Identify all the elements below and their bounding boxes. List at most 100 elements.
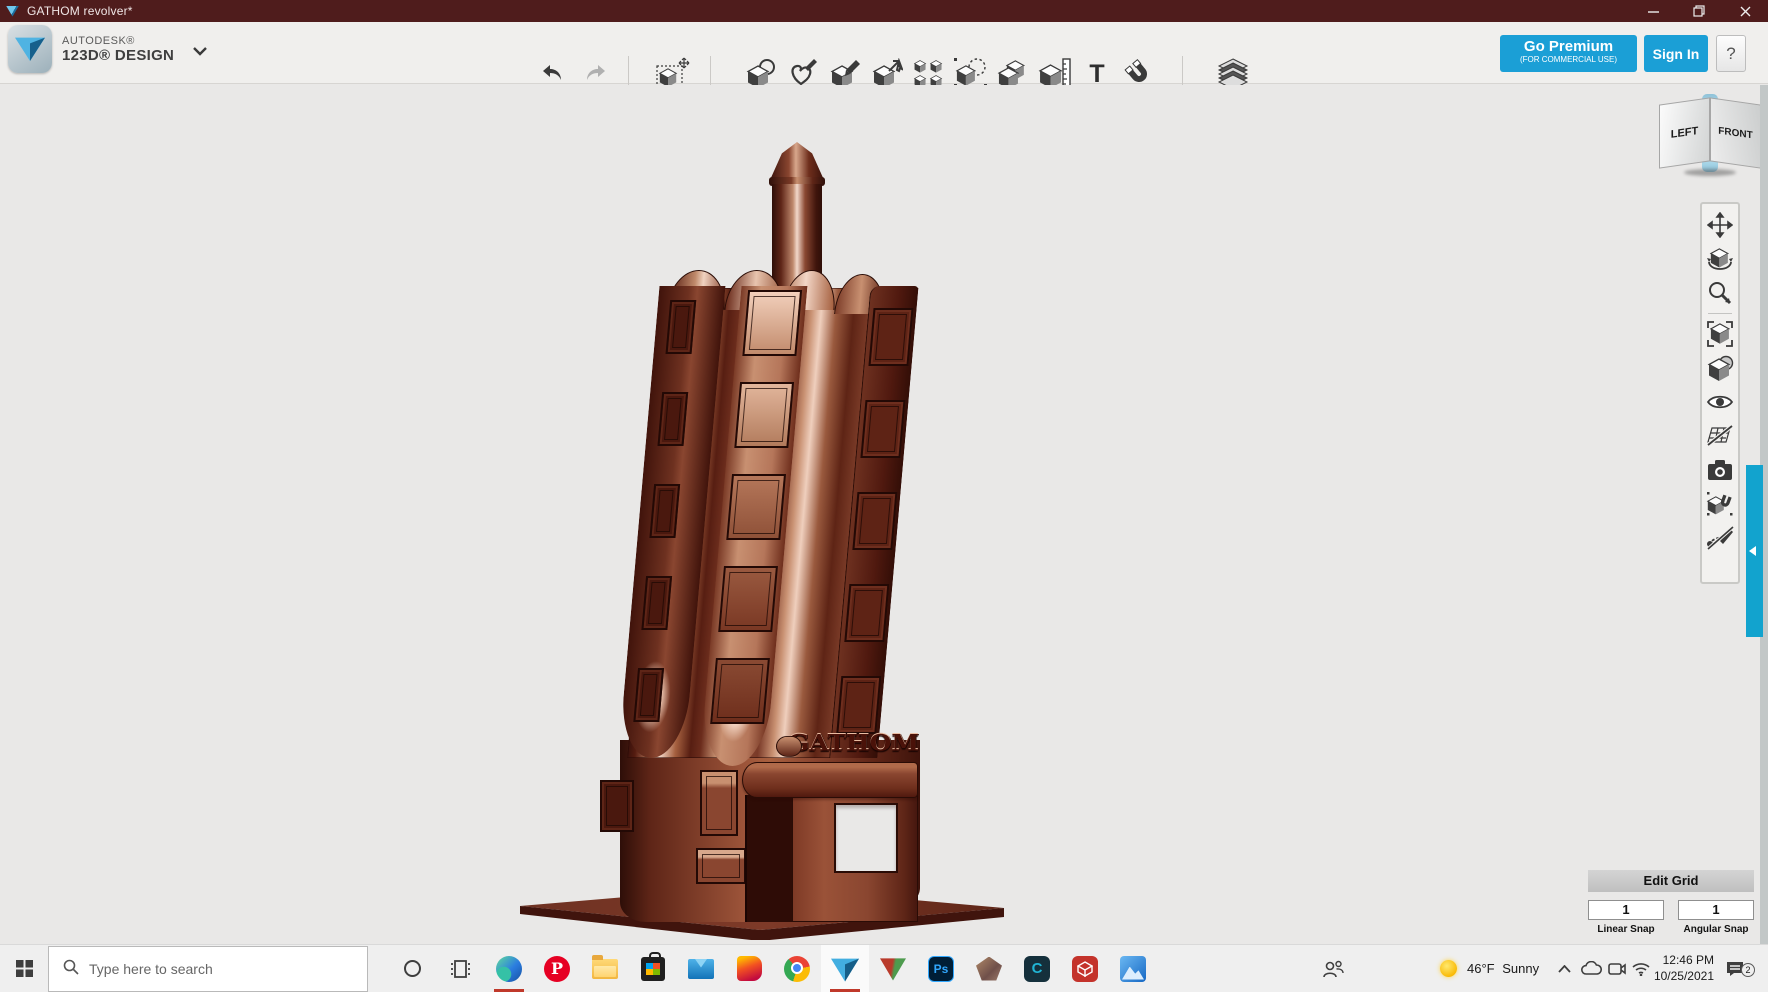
taskbar-app-mail[interactable]: [677, 945, 725, 992]
orbit-button[interactable]: [1704, 242, 1736, 276]
wifi-icon: [1632, 962, 1650, 976]
entrance-canopy: [742, 762, 918, 798]
taskbar-app-pinterest[interactable]: P: [533, 945, 581, 992]
model-tower: [576, 270, 930, 780]
mail-icon: [688, 958, 714, 979]
app-menu[interactable]: AUTODESK® 123D® DESIGN: [8, 25, 208, 73]
zoom-button[interactable]: [1704, 276, 1736, 310]
taskbar-apps: P Ps C: [485, 945, 1157, 992]
tower-window: [600, 780, 634, 832]
taskbar-app-123d-design[interactable]: [821, 945, 869, 992]
tower-window: [836, 676, 882, 734]
tower-window: [742, 290, 803, 356]
start-button[interactable]: [0, 945, 48, 992]
viewport-canvas[interactable]: LEFT FRONT Edit Grid 1 1 Linear Snap Ang…: [0, 85, 1768, 944]
taskbar-search[interactable]: [48, 946, 368, 992]
taskbar-app-photos[interactable]: [1109, 945, 1157, 992]
search-input[interactable]: [89, 961, 329, 977]
tower-window: [665, 300, 697, 354]
undo-button[interactable]: [536, 58, 570, 88]
go-premium-sublabel: (FOR COMMERCIAL USE): [1519, 55, 1618, 64]
tower-window: [657, 392, 689, 446]
kiosk-opening: [834, 803, 898, 873]
show-hidden-icons-button[interactable]: [1558, 945, 1571, 992]
task-view-button[interactable]: [436, 945, 484, 992]
tower-window: [844, 584, 890, 642]
clock[interactable]: 12:46 PM 10/25/2021: [1654, 945, 1714, 992]
chrome-icon: [784, 955, 810, 982]
taskbar-app-office[interactable]: [725, 945, 773, 992]
sketch-visibility-button[interactable]: [1704, 521, 1736, 555]
grid-toggle-button[interactable]: [1704, 419, 1736, 453]
autodesk-123d-logo-icon: [8, 25, 52, 73]
task-view-icon: [451, 959, 470, 978]
taskbar-app-edge[interactable]: [485, 945, 533, 992]
taskbar-app-cura[interactable]: C: [1013, 945, 1061, 992]
view-cube-front-face[interactable]: FRONT: [1710, 97, 1761, 169]
taskbar-app-file-explorer[interactable]: [581, 945, 629, 992]
windows-taskbar: P Ps C 46°F Sunny: [0, 944, 1768, 992]
shaded-view-button[interactable]: [1704, 351, 1736, 385]
main-toolbar: AUTODESK® 123D® DESIGN T Go Premium (FOR…: [0, 22, 1768, 95]
toolbar-separator: [1182, 56, 1183, 88]
edge-icon: [496, 955, 522, 982]
app-logo-icon: [6, 5, 19, 17]
search-icon: [63, 959, 79, 980]
cortana-button[interactable]: [388, 945, 436, 992]
navigation-toolbar: [1700, 202, 1740, 584]
cloud-icon: [1581, 961, 1602, 975]
tower-window: [633, 668, 665, 722]
pinterest-icon: P: [544, 955, 570, 982]
123d-design-icon: [831, 956, 859, 982]
edit-grid-panel: Edit Grid 1 1 Linear Snap Angular Snap: [1588, 870, 1754, 935]
taskbar-app-store[interactable]: [629, 945, 677, 992]
3d-builder-icon: [1072, 955, 1098, 982]
edit-grid-title: Edit Grid: [1588, 870, 1754, 892]
model-3d-building[interactable]: GATHOM: [520, 140, 1010, 940]
screenshot-button[interactable]: [1704, 453, 1736, 487]
toolbar-separator: [710, 56, 711, 88]
mesh-viewer-icon: [880, 958, 906, 981]
sign-in-button[interactable]: Sign In: [1644, 35, 1708, 72]
taskbar-app-3d-builder[interactable]: [1061, 945, 1109, 992]
collapsed-panel-tab[interactable]: [1746, 465, 1763, 637]
tower-window: [641, 576, 673, 630]
title-bar[interactable]: GATHOM revolver*: [0, 0, 1768, 22]
minimize-button[interactable]: [1630, 0, 1676, 22]
menu-chevron-down-icon[interactable]: [192, 43, 208, 61]
network-button[interactable]: [1632, 945, 1650, 992]
pan-button[interactable]: [1704, 208, 1736, 242]
weather-button[interactable]: 46°F Sunny: [1440, 945, 1539, 992]
visibility-button[interactable]: [1704, 385, 1736, 419]
people-button[interactable]: [1322, 945, 1344, 992]
microsoft-store-icon: [641, 951, 665, 981]
restore-button[interactable]: [1676, 0, 1722, 22]
text-tool-glyph: T: [1089, 59, 1105, 88]
notification-badge: 2: [1741, 963, 1755, 977]
taskbar-app-photoshop-express[interactable]: Ps: [917, 945, 965, 992]
taskbar-app-chrome[interactable]: [773, 945, 821, 992]
zoom-fit-button[interactable]: [1704, 317, 1736, 351]
tower-window: [726, 474, 787, 540]
window-title: GATHOM revolver*: [27, 4, 133, 18]
taskbar-app-polyhedron[interactable]: [965, 945, 1013, 992]
tower-window: [868, 308, 914, 366]
meet-now-button[interactable]: [1608, 945, 1626, 992]
snap-toggle-button[interactable]: [1704, 487, 1736, 521]
view-cube-left-face[interactable]: LEFT: [1659, 97, 1710, 169]
polyhedron-icon: [976, 956, 1002, 981]
linear-snap-input[interactable]: 1: [1588, 900, 1664, 920]
view-cube-bottom-face[interactable]: [1684, 169, 1736, 176]
help-button[interactable]: ?: [1716, 35, 1746, 72]
office-icon: [736, 956, 762, 981]
view-cube[interactable]: LEFT FRONT: [1656, 93, 1764, 179]
taskbar-app-mesh-viewer[interactable]: [869, 945, 917, 992]
close-button[interactable]: [1722, 0, 1768, 22]
onedrive-button[interactable]: [1580, 945, 1602, 992]
cortana-icon: [403, 960, 421, 977]
go-premium-button[interactable]: Go Premium (FOR COMMERCIAL USE): [1500, 35, 1637, 72]
angular-snap-input[interactable]: 1: [1678, 900, 1754, 920]
tower-window: [649, 484, 681, 538]
building-sign: GATHOM: [776, 730, 922, 761]
redo-button[interactable]: [578, 58, 612, 88]
